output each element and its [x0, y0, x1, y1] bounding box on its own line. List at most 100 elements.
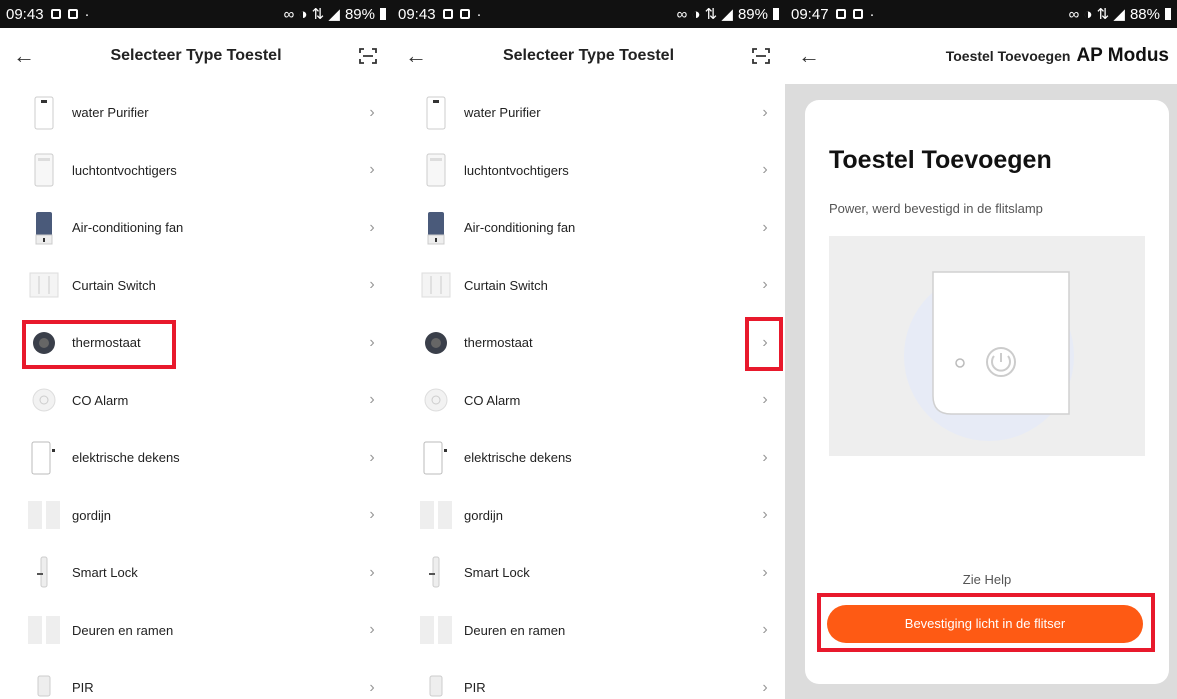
list-item-label: CO Alarm: [464, 392, 521, 408]
notification-icon: [67, 9, 78, 19]
notification-icon: [835, 9, 846, 19]
list-item[interactable]: thermostaat ›: [392, 314, 785, 372]
chevron-right-icon[interactable]: ›: [745, 506, 785, 524]
chevron-right-icon[interactable]: ›: [745, 276, 785, 294]
chevron-right-icon[interactable]: ›: [352, 276, 392, 294]
chevron-right-icon[interactable]: ›: [352, 621, 392, 639]
co-alarm-icon: [416, 380, 456, 420]
chevron-right-icon[interactable]: ›: [745, 334, 785, 352]
chevron-right-icon[interactable]: ›: [745, 564, 785, 582]
thermostat-icon: [416, 323, 456, 363]
list-item[interactable]: thermostaat ›: [0, 314, 392, 372]
back-arrow-icon[interactable]: ←: [785, 43, 833, 69]
list-item[interactable]: CO Alarm ›: [0, 372, 392, 430]
chevron-right-icon[interactable]: ›: [352, 679, 392, 697]
chevron-right-icon[interactable]: ›: [352, 506, 392, 524]
chevron-right-icon[interactable]: ›: [352, 449, 392, 467]
curtain-switch-icon: [24, 265, 64, 305]
chevron-right-icon[interactable]: ›: [745, 219, 785, 237]
water-purifier-icon: [24, 93, 64, 133]
notification-icon: [852, 9, 863, 19]
add-device-card: Toestel Toevoegen Power, werd bevestigd …: [805, 100, 1169, 684]
curtain-icon: [416, 495, 456, 535]
list-item-label: Air-conditioning fan: [464, 220, 576, 236]
chevron-right-icon[interactable]: ›: [352, 391, 392, 409]
dot-icon: ·: [869, 5, 875, 23]
chevron-right-icon[interactable]: ›: [352, 334, 392, 352]
dot-icon: ·: [84, 5, 90, 23]
list-item[interactable]: water Purifier ›: [0, 84, 392, 142]
list-item-label: CO Alarm: [72, 392, 129, 408]
status-battery: 88%: [1129, 5, 1160, 23]
notification-icon: [50, 9, 61, 19]
dot-icon: ·: [476, 5, 482, 23]
list-item[interactable]: Curtain Switch ›: [392, 257, 785, 315]
chevron-right-icon[interactable]: ›: [352, 104, 392, 122]
list-item-label: thermostaat: [72, 335, 141, 351]
aircon-fan-icon: [24, 208, 64, 248]
status-bar: 09:43 · ∞ ◑ ⇅ ◢ 89%: [0, 0, 392, 28]
card-subtitle: Power, werd bevestigd in de flitslamp: [829, 201, 1043, 216]
page-title: Selecteer Type Toestel: [110, 47, 282, 64]
list-item[interactable]: Deuren en ramen ›: [392, 602, 785, 660]
list-item[interactable]: CO Alarm ›: [392, 372, 785, 430]
chevron-right-icon[interactable]: ›: [745, 104, 785, 122]
scan-icon[interactable]: [737, 47, 785, 65]
chevron-right-icon[interactable]: ›: [745, 391, 785, 409]
battery-icon: [773, 8, 779, 20]
list-item[interactable]: Smart Lock ›: [392, 544, 785, 602]
device-illustration: [829, 236, 1145, 456]
chevron-right-icon[interactable]: ›: [745, 449, 785, 467]
list-item[interactable]: gordijn ›: [392, 487, 785, 545]
list-item[interactable]: Smart Lock ›: [0, 544, 392, 602]
signal-icons: ∞ ◑ ⇅ ◢: [283, 6, 340, 23]
notification-icon: [459, 9, 470, 19]
screen-device-type-2: 09:43 · ∞ ◑ ⇅ ◢ 89% ← Selecteer Type Toest…: [392, 0, 785, 699]
list-item[interactable]: Air-conditioning fan ›: [392, 199, 785, 257]
smart-lock-icon: [416, 553, 456, 593]
confirm-button[interactable]: Bevestiging licht in de flitser: [827, 605, 1143, 643]
list-item[interactable]: gordijn ›: [0, 487, 392, 545]
list-item[interactable]: water Purifier ›: [392, 84, 785, 142]
chevron-right-icon[interactable]: ›: [352, 564, 392, 582]
list-item-label: luchtontvochtigers: [72, 162, 177, 178]
pir-icon: [24, 668, 64, 699]
list-item[interactable]: Deuren en ramen ›: [0, 602, 392, 660]
chevron-right-icon[interactable]: ›: [745, 161, 785, 179]
list-item[interactable]: PIR ›: [0, 659, 392, 699]
chevron-right-icon[interactable]: ›: [352, 219, 392, 237]
list-item-label: Air-conditioning fan: [72, 220, 184, 236]
signal-icons: ∞ ◑ ⇅ ◢: [1068, 6, 1125, 23]
list-item[interactable]: elektrische dekens ›: [0, 429, 392, 487]
list-item[interactable]: luchtontvochtigers ›: [0, 142, 392, 200]
electric-blanket-icon: [416, 438, 456, 478]
back-arrow-icon[interactable]: ←: [392, 43, 440, 69]
list-item[interactable]: luchtontvochtigers ›: [392, 142, 785, 200]
ap-mode-button[interactable]: AP Modus: [1076, 45, 1177, 67]
curtain-switch-icon: [416, 265, 456, 305]
chevron-right-icon[interactable]: ›: [352, 161, 392, 179]
notification-icon: [442, 9, 453, 19]
chevron-right-icon[interactable]: ›: [745, 621, 785, 639]
list-item-label: Curtain Switch: [72, 277, 156, 293]
dehumidifier-icon: [416, 150, 456, 190]
list-item-label: water Purifier: [464, 105, 541, 121]
status-time: 09:43: [6, 5, 44, 23]
chevron-right-icon[interactable]: ›: [745, 679, 785, 697]
list-item[interactable]: PIR ›: [392, 659, 785, 699]
list-item[interactable]: Air-conditioning fan ›: [0, 199, 392, 257]
list-item-label: water Purifier: [72, 105, 149, 121]
back-arrow-icon[interactable]: ←: [0, 43, 48, 69]
app-bar: ← Selecteer Type Toestel: [0, 28, 392, 84]
status-bar: 09:43 · ∞ ◑ ⇅ ◢ 89%: [392, 0, 785, 28]
electric-blanket-icon: [24, 438, 64, 478]
list-item-label: gordijn: [72, 507, 112, 523]
card-heading: Toestel Toevoegen: [829, 146, 1052, 174]
page-title: Toestel Toevoegen: [945, 48, 1071, 64]
list-item[interactable]: elektrische dekens ›: [392, 429, 785, 487]
door-window-icon: [24, 610, 64, 650]
scan-icon[interactable]: [344, 47, 392, 65]
help-link[interactable]: Zie Help: [805, 572, 1169, 587]
list-item[interactable]: Curtain Switch ›: [0, 257, 392, 315]
app-bar: ← Selecteer Type Toestel: [392, 28, 785, 84]
